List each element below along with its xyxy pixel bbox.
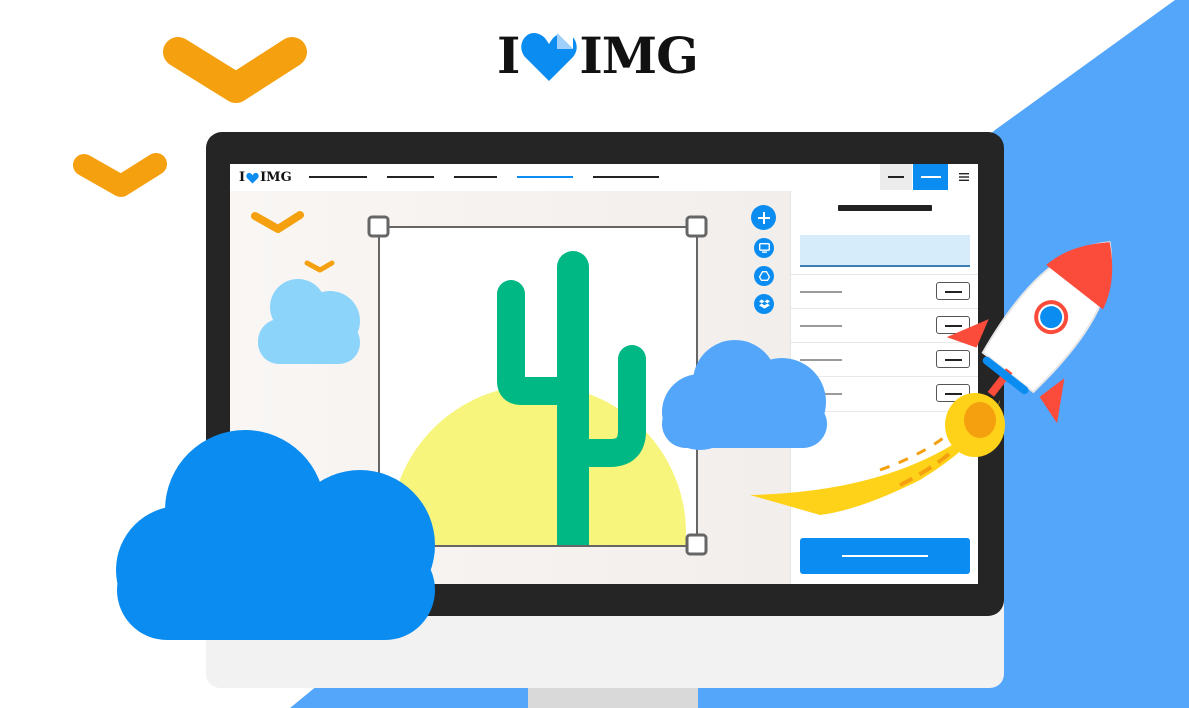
big-cloud <box>116 430 435 640</box>
mid-cloud <box>662 340 827 450</box>
foreground-illustration <box>116 241 1113 640</box>
